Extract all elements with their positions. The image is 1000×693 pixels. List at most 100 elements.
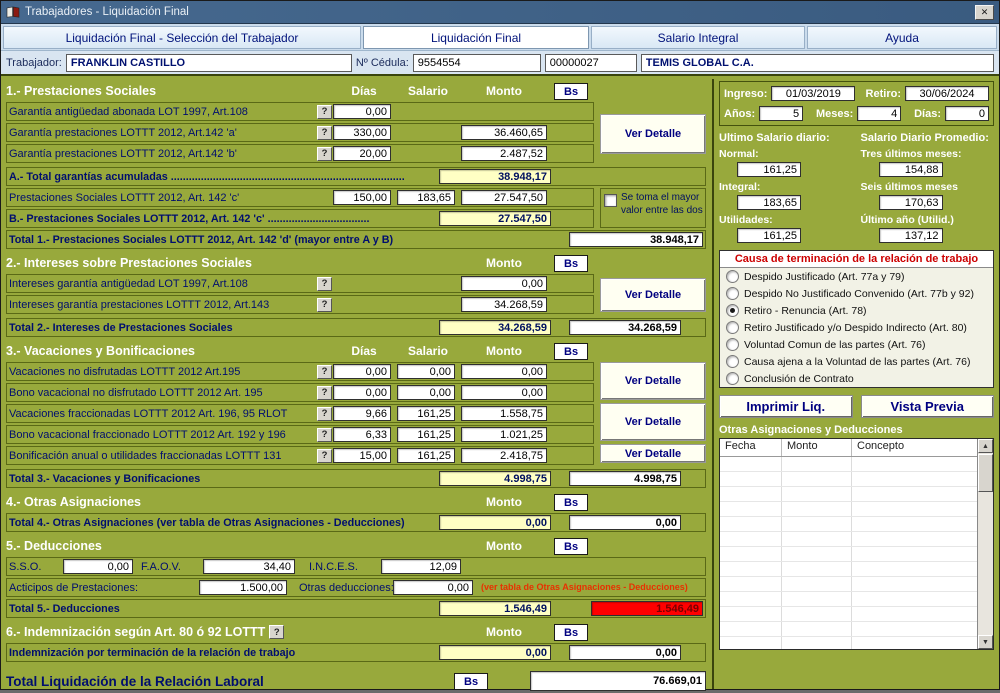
table-row[interactable]: [720, 517, 977, 532]
causa-option[interactable]: Voluntad Comun de las partes (Art. 76): [720, 336, 993, 353]
monto-field[interactable]: [461, 190, 547, 205]
ver-detalle-button[interactable]: Ver Detalle: [600, 114, 706, 154]
anos-field[interactable]: [759, 106, 803, 121]
inces-field[interactable]: [381, 559, 461, 574]
indemnizacion-subtotal-field[interactable]: [439, 645, 551, 660]
tab-ayuda[interactable]: Ayuda: [807, 26, 997, 49]
salario-field[interactable]: [397, 448, 455, 463]
worker-name-field[interactable]: [66, 54, 352, 72]
table-row[interactable]: [720, 502, 977, 517]
total5-field[interactable]: [591, 601, 703, 616]
help-button[interactable]: ?: [317, 277, 332, 291]
ingreso-field[interactable]: [771, 86, 855, 101]
retiro-field[interactable]: [905, 86, 989, 101]
monto-field[interactable]: [461, 276, 547, 291]
radio-icon[interactable]: [726, 355, 739, 368]
company-field[interactable]: [641, 54, 994, 72]
radio-icon[interactable]: [726, 338, 739, 351]
radio-icon[interactable]: [726, 270, 739, 283]
table-row[interactable]: [720, 637, 977, 649]
scrollbar-thumb[interactable]: [978, 454, 993, 492]
causa-option[interactable]: Retiro - Renuncia (Art. 78): [720, 302, 993, 319]
meses-field[interactable]: [857, 106, 901, 121]
sso-field[interactable]: [63, 559, 133, 574]
total-a-field[interactable]: [439, 169, 551, 184]
table-scrollbar[interactable]: ▲ ▼: [977, 439, 993, 649]
help-button[interactable]: ?: [317, 298, 332, 312]
tres-meses-field[interactable]: [879, 162, 943, 177]
monto-field[interactable]: [461, 448, 547, 463]
causa-option[interactable]: Despido No Justificado Convenido (Art. 7…: [720, 285, 993, 302]
dias-field[interactable]: [333, 364, 391, 379]
table-row[interactable]: [720, 487, 977, 502]
ver-detalle-button[interactable]: Ver Detalle: [600, 362, 706, 400]
salario-field[interactable]: [397, 385, 455, 400]
table-row[interactable]: [720, 457, 977, 472]
causa-option[interactable]: Retiro Justificado y/o Despido Indirecto…: [720, 319, 993, 336]
table-row[interactable]: [720, 562, 977, 577]
salario-field[interactable]: [397, 364, 455, 379]
dias-field[interactable]: [333, 427, 391, 442]
dias-field[interactable]: [333, 190, 391, 205]
help-button[interactable]: ?: [269, 625, 284, 639]
total-b-field[interactable]: [439, 211, 551, 226]
vista-previa-button[interactable]: Vista Previa: [861, 395, 995, 418]
dias-field[interactable]: [333, 448, 391, 463]
total5-subtotal-field[interactable]: [439, 601, 551, 616]
scroll-up-icon[interactable]: ▲: [978, 439, 993, 453]
monto-field[interactable]: [461, 364, 547, 379]
monto-field[interactable]: [461, 146, 547, 161]
salario-field[interactable]: [397, 406, 455, 421]
utilidades-field[interactable]: [737, 228, 801, 243]
table-row[interactable]: [720, 532, 977, 547]
faov-field[interactable]: [203, 559, 295, 574]
close-button[interactable]: ✕: [975, 5, 994, 20]
monto-field[interactable]: [461, 427, 547, 442]
imprimir-liq-button[interactable]: Imprimir Liq.: [719, 395, 853, 418]
dias-field[interactable]: [333, 406, 391, 421]
help-button[interactable]: ?: [317, 386, 332, 400]
radio-icon[interactable]: [726, 287, 739, 300]
grand-total-field[interactable]: [530, 671, 706, 691]
ultimo-ano-field[interactable]: [879, 228, 943, 243]
radio-icon[interactable]: [726, 304, 739, 317]
dias-field[interactable]: [333, 146, 391, 161]
total4-field[interactable]: [569, 515, 681, 530]
table-row[interactable]: [720, 592, 977, 607]
monto-field[interactable]: [461, 406, 547, 421]
help-button[interactable]: ?: [317, 147, 332, 161]
tab-liquidacion-final[interactable]: Liquidación Final: [363, 26, 589, 49]
ver-detalle-button[interactable]: Ver Detalle: [600, 278, 706, 312]
total3-field[interactable]: [569, 471, 681, 486]
monto-field[interactable]: [461, 297, 547, 312]
total3-subtotal-field[interactable]: [439, 471, 551, 486]
help-button[interactable]: ?: [317, 428, 332, 442]
causa-option[interactable]: Conclusión de Contrato: [720, 370, 993, 387]
salario-field[interactable]: [397, 190, 455, 205]
seis-meses-field[interactable]: [879, 195, 943, 210]
otras-deducciones-field[interactable]: [393, 580, 473, 595]
ver-detalle-button[interactable]: Ver Detalle: [600, 403, 706, 441]
table-row[interactable]: [720, 472, 977, 487]
table-row[interactable]: [720, 547, 977, 562]
salario-field[interactable]: [397, 427, 455, 442]
indemnizacion-field[interactable]: [569, 645, 681, 660]
table-row[interactable]: [720, 577, 977, 592]
anticipos-field[interactable]: [199, 580, 287, 595]
help-button[interactable]: ?: [317, 449, 332, 463]
integral-field[interactable]: [737, 195, 801, 210]
worker-code-field[interactable]: [545, 54, 637, 72]
tab-salario-integral[interactable]: Salario Integral: [591, 26, 805, 49]
causa-option[interactable]: Despido Justificado (Art. 77a y 79): [720, 268, 993, 285]
help-button[interactable]: ?: [317, 126, 332, 140]
oad-table-body[interactable]: [720, 457, 977, 649]
monto-field[interactable]: [461, 125, 547, 140]
table-row[interactable]: [720, 607, 977, 622]
dias-field[interactable]: [333, 385, 391, 400]
total2-field[interactable]: [569, 320, 681, 335]
dias-field[interactable]: [333, 104, 391, 119]
scroll-down-icon[interactable]: ▼: [978, 635, 993, 649]
dias-count-field[interactable]: [945, 106, 989, 121]
dias-field[interactable]: [333, 125, 391, 140]
cedula-field[interactable]: [413, 54, 541, 72]
